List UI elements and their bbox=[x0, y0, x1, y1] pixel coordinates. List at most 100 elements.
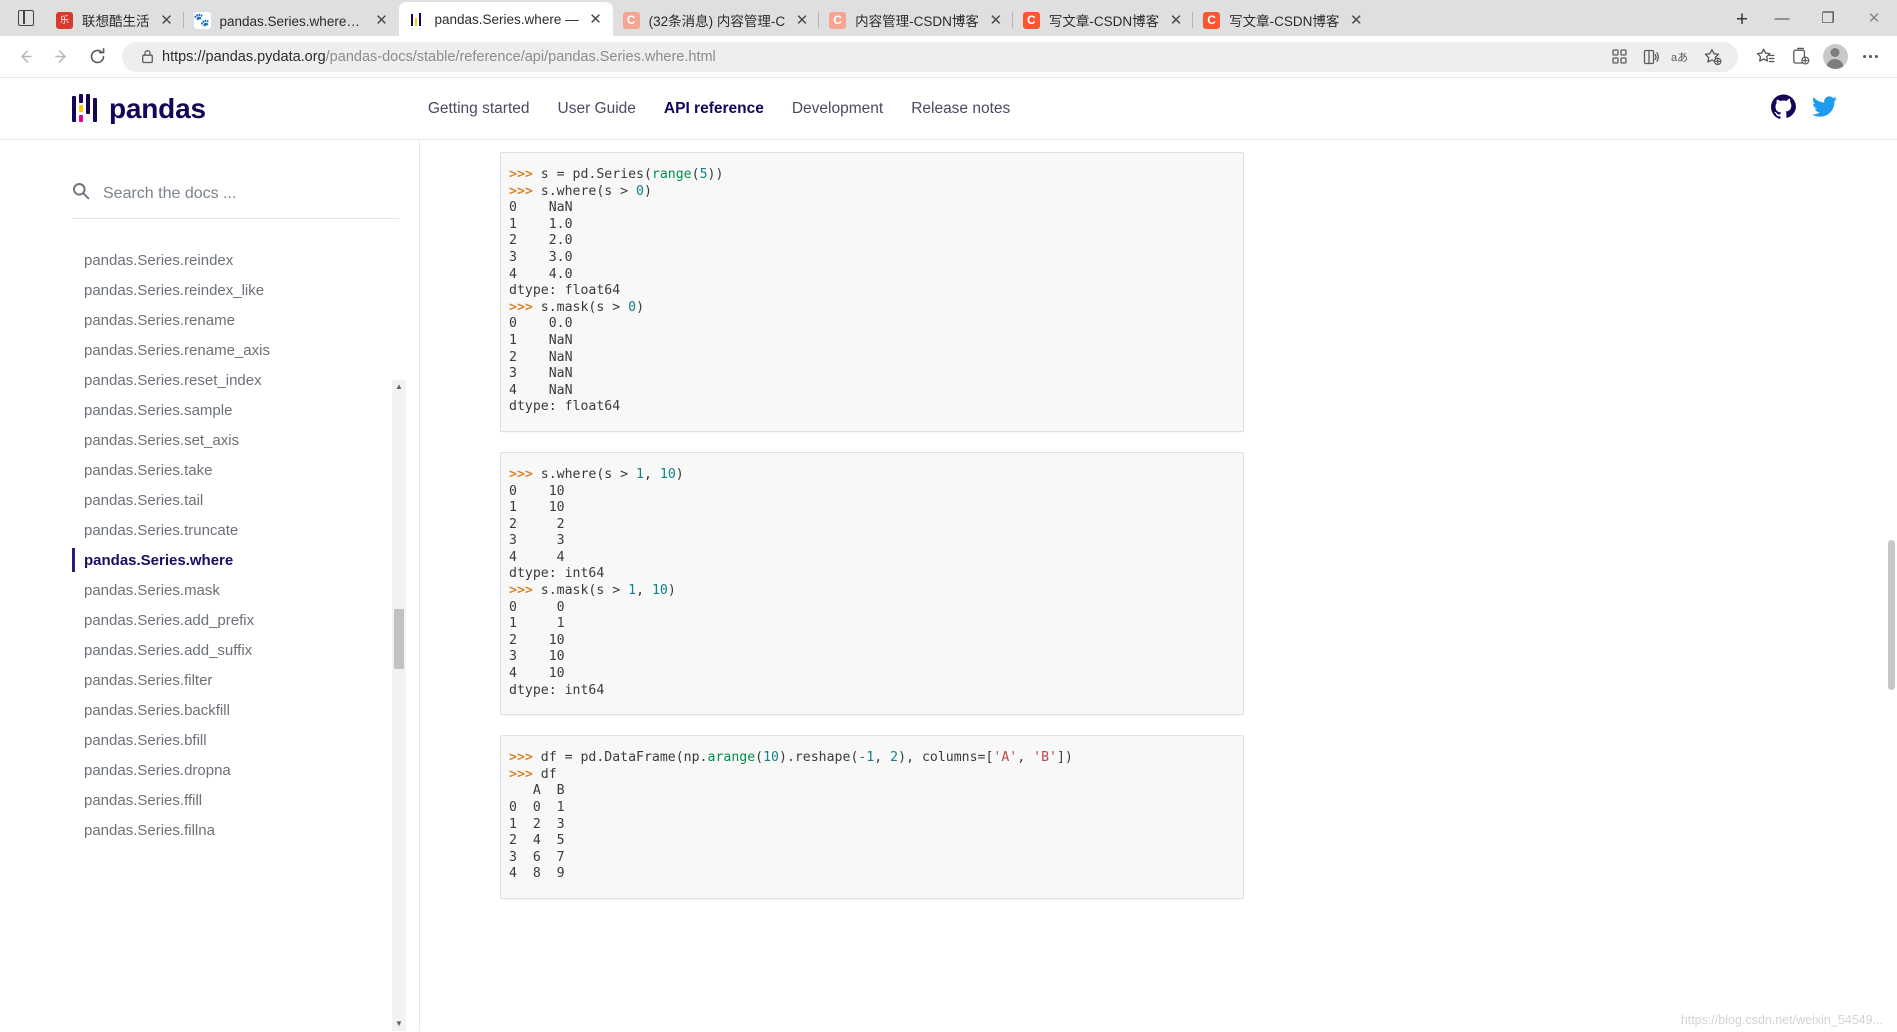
code-token: s = pd.Series( bbox=[540, 167, 652, 182]
code-examples: >>> s = pd.Series(range(5)) >>> s.where(… bbox=[500, 152, 1897, 899]
code-token: 5 bbox=[699, 167, 708, 182]
nav-link-release-notes[interactable]: Release notes bbox=[911, 100, 1010, 118]
tab-close-button[interactable]: ✕ bbox=[1345, 9, 1367, 31]
more-options-icon[interactable] bbox=[1853, 40, 1887, 74]
sidebar-item-add_suffix[interactable]: pandas.Series.add_suffix bbox=[72, 635, 419, 665]
tab-close-button[interactable]: ✕ bbox=[985, 9, 1007, 31]
code-token: dtype: float64 bbox=[509, 399, 621, 415]
browser-tab[interactable]: C 写文章-CSDN博客 ✕ bbox=[1011, 4, 1193, 36]
minimize-button[interactable]: — bbox=[1759, 1, 1805, 35]
sidebar-item-set_axis[interactable]: pandas.Series.set_axis bbox=[72, 425, 419, 455]
sidebar-item-tail[interactable]: pandas.Series.tail bbox=[72, 485, 419, 515]
lock-icon bbox=[136, 49, 158, 64]
code-token: 4 4 bbox=[509, 549, 565, 565]
sidebar-scrollbar[interactable]: ▲ ▼ bbox=[392, 380, 406, 1031]
github-icon[interactable] bbox=[1771, 94, 1796, 124]
sidebar-item-rename[interactable]: pandas.Series.rename bbox=[72, 305, 419, 335]
pandas-logo[interactable]: pandas bbox=[72, 93, 206, 125]
tab-list-icon bbox=[18, 10, 34, 26]
tab-close-button[interactable]: ✕ bbox=[371, 9, 393, 31]
code-token: >>> bbox=[509, 167, 541, 182]
sidebar-item-ffill[interactable]: pandas.Series.ffill bbox=[72, 785, 419, 815]
sidebar-item-add_prefix[interactable]: pandas.Series.add_prefix bbox=[72, 605, 419, 635]
address-bar[interactable]: https://pandas.pydata.org/pandas-docs/st… bbox=[122, 41, 1738, 72]
tab-close-button[interactable]: ✕ bbox=[156, 9, 178, 31]
browser-tab[interactable]: C 内容管理-CSDN博客 ✕ bbox=[818, 4, 1013, 36]
code-text: >>> s = pd.Series(range(5)) >>> s.where(… bbox=[509, 167, 1227, 416]
code-token: >>> bbox=[509, 583, 541, 599]
collections-icon[interactable] bbox=[1783, 40, 1817, 74]
new-tab-button[interactable]: + bbox=[1725, 4, 1759, 36]
qr-code-icon[interactable] bbox=[1604, 43, 1635, 71]
sidebar-item-sample[interactable]: pandas.Series.sample bbox=[72, 395, 419, 425]
tab-title: 内容管理-CSDN博客 bbox=[855, 14, 979, 29]
sidebar-scroll-down-button[interactable]: ▼ bbox=[392, 1017, 406, 1031]
favorites-icon[interactable] bbox=[1748, 40, 1782, 74]
twitter-icon[interactable] bbox=[1812, 94, 1837, 124]
sidebar-item-truncate[interactable]: pandas.Series.truncate bbox=[72, 515, 419, 545]
nav-link-development[interactable]: Development bbox=[792, 100, 883, 118]
nav-link-user-guide[interactable]: User Guide bbox=[558, 100, 636, 118]
translate-icon[interactable]: aあ bbox=[1666, 43, 1697, 71]
sidebar-item-backfill[interactable]: pandas.Series.backfill bbox=[72, 695, 419, 725]
sidebar-item-dropna[interactable]: pandas.Series.dropna bbox=[72, 755, 419, 785]
code-token: 'B' bbox=[1033, 750, 1057, 766]
page-scrollbar[interactable] bbox=[1885, 140, 1897, 1031]
browser-tab[interactable]: 🐾 pandas.Series.where_百 ✕ bbox=[182, 4, 399, 36]
site-social-links bbox=[1771, 94, 1837, 124]
add-favorite-icon[interactable] bbox=[1697, 43, 1728, 71]
nav-link-getting-started[interactable]: Getting started bbox=[428, 100, 530, 118]
read-aloud-icon[interactable] bbox=[1635, 43, 1666, 71]
sidebar-scroll-up-button[interactable]: ▲ bbox=[392, 380, 406, 394]
code-token: s.mask(s > bbox=[540, 299, 629, 315]
tab-title: 联想酷生活 bbox=[82, 14, 150, 29]
browser-window: 乐联想酷生活 ✕ 🐾 pandas.Series.where_百 ✕ pandas.Ser… bbox=[0, 0, 1897, 1032]
nav-link-api-reference[interactable]: API reference bbox=[664, 100, 764, 118]
forward-button[interactable] bbox=[44, 40, 78, 74]
code-token: 3 10 bbox=[509, 649, 565, 665]
code-block-example-dataframe: >>> df = pd.DataFrame(np.arange(10).resh… bbox=[500, 735, 1244, 899]
page-scroll-thumb[interactable] bbox=[1888, 540, 1895, 690]
code-token: 10 bbox=[763, 750, 779, 766]
code-token: 10 bbox=[651, 583, 668, 599]
site-navigation: Getting started User Guide API reference De… bbox=[428, 100, 1010, 118]
search-box[interactable] bbox=[72, 182, 399, 219]
code-token: 1 bbox=[636, 466, 644, 482]
sidebar-scroll-track[interactable] bbox=[392, 394, 406, 1017]
reload-button[interactable] bbox=[80, 40, 114, 74]
browser-tab[interactable]: 乐联想酷生活 ✕ bbox=[46, 4, 184, 36]
browser-tab[interactable]: C 写文章-CSDN博客 ✕ bbox=[1192, 4, 1373, 36]
maximize-button[interactable]: ❐ bbox=[1805, 1, 1851, 35]
sidebar-item-fillna[interactable]: pandas.Series.fillna bbox=[72, 815, 419, 845]
main-content: >>> s = pd.Series(range(5)) >>> s.where(… bbox=[420, 140, 1897, 1031]
sidebar-item-bfill[interactable]: pandas.Series.bfill bbox=[72, 725, 419, 755]
code-token: , bbox=[874, 750, 891, 766]
code-token: 4 4.0 bbox=[509, 266, 573, 282]
sidebar-item-take[interactable]: pandas.Series.take bbox=[72, 455, 419, 485]
code-token: ) bbox=[675, 466, 684, 482]
search-input[interactable] bbox=[103, 184, 399, 203]
back-button[interactable] bbox=[8, 40, 42, 74]
sidebar-item-reindex_like[interactable]: pandas.Series.reindex_like bbox=[72, 275, 419, 305]
tab-actions-button[interactable] bbox=[6, 0, 46, 36]
sidebar-item-rename_axis[interactable]: pandas.Series.rename_axis bbox=[72, 335, 419, 365]
code-token: dtype: int64 bbox=[509, 682, 605, 698]
profile-icon[interactable] bbox=[1818, 40, 1852, 74]
code-token: dtype: float64 bbox=[509, 283, 621, 299]
sidebar-item-where[interactable]: pandas.Series.where bbox=[72, 545, 419, 575]
browser-tab[interactable]: C (32条消息) 内容管理-C ✕ bbox=[613, 4, 820, 36]
sidebar-scroll-thumb[interactable] bbox=[394, 609, 404, 669]
sidebar-item-reindex[interactable]: pandas.Series.reindex bbox=[72, 245, 419, 275]
tab-close-button[interactable]: ✕ bbox=[1165, 9, 1187, 31]
address-host: https://pandas.pydata.org bbox=[162, 48, 326, 65]
tab-close-button[interactable]: ✕ bbox=[585, 8, 607, 30]
sidebar-item-filter[interactable]: pandas.Series.filter bbox=[72, 665, 419, 695]
code-token: ) bbox=[667, 583, 676, 599]
close-window-button[interactable]: ✕ bbox=[1851, 1, 1897, 35]
address-path: /pandas-docs/stable/reference/api/pandas… bbox=[325, 48, 716, 65]
sidebar-item-mask[interactable]: pandas.Series.mask bbox=[72, 575, 419, 605]
sidebar-item-reset_index[interactable]: pandas.Series.reset_index bbox=[72, 365, 419, 395]
sidebar: pandas.Series.reindexpandas.Series.reind… bbox=[0, 140, 420, 1031]
browser-tab[interactable]: pandas.Series.where — ✕ bbox=[398, 2, 613, 37]
tab-close-button[interactable]: ✕ bbox=[791, 9, 813, 31]
